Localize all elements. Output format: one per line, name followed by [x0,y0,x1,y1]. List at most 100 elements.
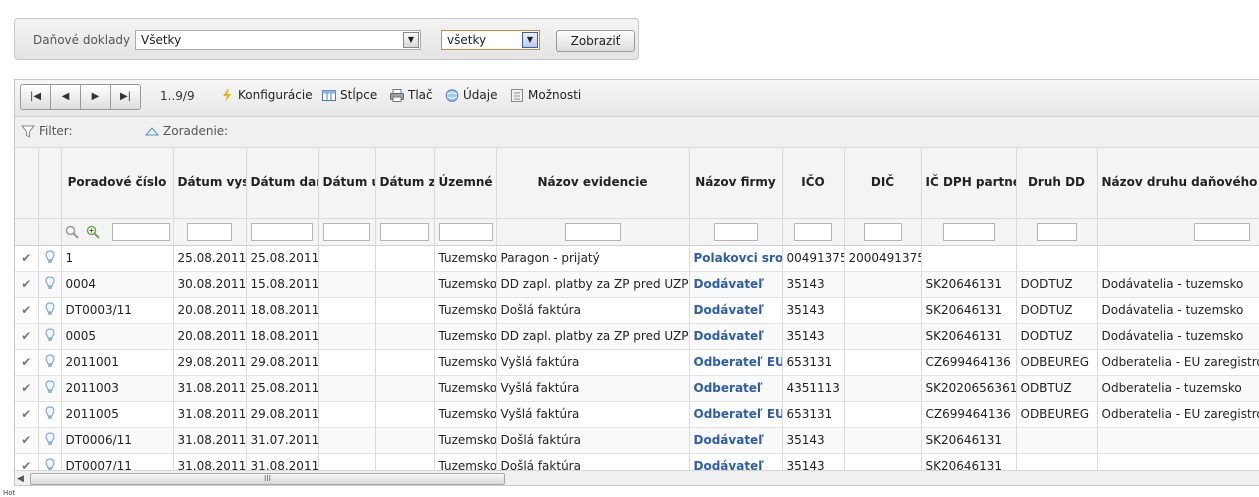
table-cell[interactable]: Dodávateľ [689,271,783,298]
table-row[interactable]: ✔ 0005 20.08.2011 18.08.2011 Tuzemsko DD zapl… [15,323,1259,350]
check-icon[interactable]: ✔ [15,297,39,324]
table-cell: 00491375 [782,245,845,272]
config-label: Konfigurácie [238,88,313,102]
region-filter-input[interactable] [438,222,493,241]
globe-data-icon [445,88,459,102]
horizontal-scrollbar[interactable]: ◀ III [15,470,1259,485]
table-cell: 0005 [61,323,174,350]
check-icon[interactable]: ✔ [15,271,39,298]
column-header[interactable]: Dátum zaúčt. [375,148,435,219]
check-icon[interactable]: ✔ [15,245,39,272]
column-header[interactable]: Dátum daňovej povinnosti [246,148,319,219]
zoom-in-icon[interactable] [86,225,100,239]
doc-type-label: Daňové doklady [33,33,131,47]
table-cell: Tuzemsko [434,297,497,324]
doc-type-select[interactable]: Všetky ▼ [135,30,421,50]
check-icon[interactable]: ✔ [15,427,39,454]
table-cell: 29.08.2011 [246,349,319,376]
table-cell: 18.08.2011 [246,297,319,324]
bulb-icon[interactable] [38,401,62,428]
table-row[interactable]: ✔ DT0003/11 20.08.2011 18.08.2011 Tuzemsko Do… [15,297,1259,324]
table-cell: ODBEUREG [1016,401,1098,428]
bulb-icon[interactable] [38,427,62,454]
table-cell[interactable]: Odberateľ [689,375,783,402]
scroll-thumb[interactable]: III [30,473,505,485]
config-button[interactable]: Konfigurácie [220,88,313,102]
first-page-button[interactable]: |◀ [21,85,51,109]
company-name-filter-input[interactable] [713,222,758,241]
bulb-icon[interactable] [38,349,62,376]
table-cell[interactable]: Dodávateľ [689,427,783,454]
table-row[interactable]: ✔ DT0006/11 31.08.2011 31.07.2011 Tuzemsko Do… [15,427,1259,454]
prev-page-button[interactable]: ◀ [51,85,81,109]
column-header[interactable]: IČO [782,148,845,219]
bulb-icon[interactable] [38,245,62,272]
table-cell[interactable]: Dodávateľ [689,323,783,350]
table-cell [375,427,435,454]
check-icon[interactable]: ✔ [15,375,39,402]
check-icon[interactable]: ✔ [15,349,39,376]
sort-toggle[interactable]: Zoradenie: [145,124,228,138]
options-button[interactable]: Možnosti [510,88,581,102]
register-name-filter-input[interactable] [564,222,621,241]
column-header[interactable]: Druh DD [1016,148,1098,219]
table-cell: 653131 [782,349,845,376]
table-cell[interactable]: Odberateľ EU [689,349,783,376]
status-select[interactable]: všetky ▼ [441,30,540,50]
chevron-down-icon[interactable]: ▼ [522,32,538,48]
issue-date-filter-input[interactable] [187,222,232,241]
payment-date-filter-input[interactable] [323,222,370,241]
column-header[interactable]: IČ DPH partner [921,148,1017,219]
order-number-filter-input[interactable] [111,222,170,241]
table-cell: Paragon - prijatý [496,245,690,272]
column-header[interactable]: Názov firmy [689,148,783,219]
last-page-button[interactable]: ▶| [111,85,140,109]
table-cell: 20.08.2011 [173,323,247,350]
columns-button[interactable]: Stĺpce [322,88,377,102]
table-cell[interactable]: Dodávateľ [689,297,783,324]
table-cell: DODTUZ [1016,323,1098,350]
table-cell [1016,245,1098,272]
table-cell [1097,245,1259,272]
tax-date-filter-input[interactable] [251,222,313,241]
search-icon[interactable] [65,225,79,239]
dic-filter-input[interactable] [863,222,902,241]
filter-cell [844,218,922,246]
bulb-icon[interactable] [38,323,62,350]
table-row[interactable]: ✔ 1 25.08.2011 25.08.2011 Tuzemsko Paragon - … [15,245,1259,272]
print-button[interactable]: Tlač [390,88,433,102]
data-button[interactable]: Údaje [445,88,497,102]
filter-cell [689,218,783,246]
column-header[interactable]: Územné členenie [434,148,497,219]
column-header[interactable]: Názov druhu daňového dokladu [1097,148,1259,219]
table-cell: 2011003 [61,375,174,402]
show-button[interactable]: Zobraziť [556,30,635,52]
ico-filter-input[interactable] [794,222,832,241]
column-header[interactable]: DIČ [844,148,922,219]
check-icon[interactable]: ✔ [15,401,39,428]
table-cell [844,323,922,350]
table-cell[interactable]: Odberateľ EU [689,401,783,428]
next-page-button[interactable]: ▶ [81,85,111,109]
bulb-icon[interactable] [38,375,62,402]
table-cell[interactable]: Polakovci sro [689,245,783,272]
filter-toggle[interactable]: Filter: [21,124,73,138]
bulb-icon[interactable] [38,297,62,324]
doc-kind-filter-input[interactable] [1036,222,1077,241]
bulb-icon[interactable] [38,271,62,298]
vat-id-filter-input[interactable] [942,222,995,241]
table-row[interactable]: ✔ 0004 30.08.2011 15.08.2011 Tuzemsko DD zapl… [15,271,1259,298]
table-row[interactable]: ✔ 2011001 29.08.2011 29.08.2011 Tuzemsko Vyšl… [15,349,1259,376]
table-cell [1097,427,1259,454]
doc-kind-name-filter-input[interactable] [1193,222,1250,241]
chevron-down-icon[interactable]: ▼ [403,32,419,48]
table-row[interactable]: ✔ 2011005 31.08.2011 29.08.2011 Tuzemsko Vyšl… [15,401,1259,428]
table-row[interactable]: ✔ 2011003 31.08.2011 25.08.2011 Tuzemsko Vyšl… [15,375,1259,402]
scroll-left-icon[interactable]: ◀ [17,474,24,484]
column-header[interactable]: Dátum úhrady [318,148,376,219]
column-header[interactable]: Názov evidencie [496,148,690,219]
posting-date-filter-input[interactable] [380,222,429,241]
column-header[interactable]: Dátum vyst. [173,148,247,219]
column-header[interactable]: Poradové číslo [61,148,174,219]
check-icon[interactable]: ✔ [15,323,39,350]
